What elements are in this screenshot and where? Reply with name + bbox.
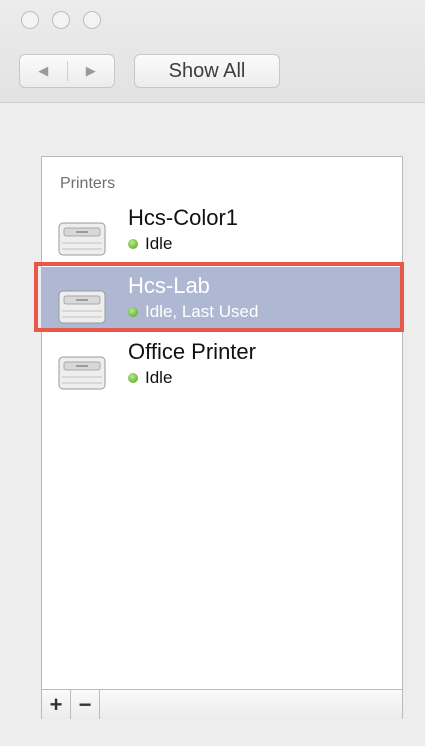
window-toolbar: ◀ ▶ Show All [0, 0, 425, 103]
remove-printer-button[interactable]: − [71, 690, 100, 719]
zoom-window-button[interactable] [83, 11, 101, 29]
forward-arrow-icon[interactable]: ▶ [68, 55, 115, 87]
list-bottom-bar: + − [42, 689, 402, 719]
printer-item-hcs-color1[interactable]: Hcs-Color1 Idle [42, 199, 402, 263]
printer-item-office-printer[interactable]: Office Printer Idle [42, 333, 402, 397]
printer-name: Hcs-Color1 [128, 205, 239, 230]
printer-status: Idle [128, 368, 172, 388]
printers-section-label: Printers [60, 175, 116, 192]
back-arrow-icon[interactable]: ◀ [20, 55, 67, 87]
close-window-button[interactable] [21, 11, 39, 29]
printer-name: Office Printer [128, 339, 256, 364]
back-forward-group: ◀ ▶ [19, 54, 115, 88]
show-all-button[interactable]: Show All [134, 54, 280, 88]
status-dot-icon [128, 373, 138, 383]
printer-status: Idle [128, 234, 172, 254]
printer-icon [58, 222, 106, 256]
selection-highlight-box [34, 262, 404, 332]
add-printer-button[interactable]: + [42, 690, 71, 719]
printers-list-panel: Printers Hcs-Color1 Idle Hcs-Lab Idle, L… [41, 156, 403, 719]
status-dot-icon [128, 239, 138, 249]
printer-status-text: Idle [145, 234, 173, 253]
minimize-window-button[interactable] [52, 11, 70, 29]
printer-status-text: Idle [145, 368, 173, 387]
printer-icon [58, 356, 106, 390]
